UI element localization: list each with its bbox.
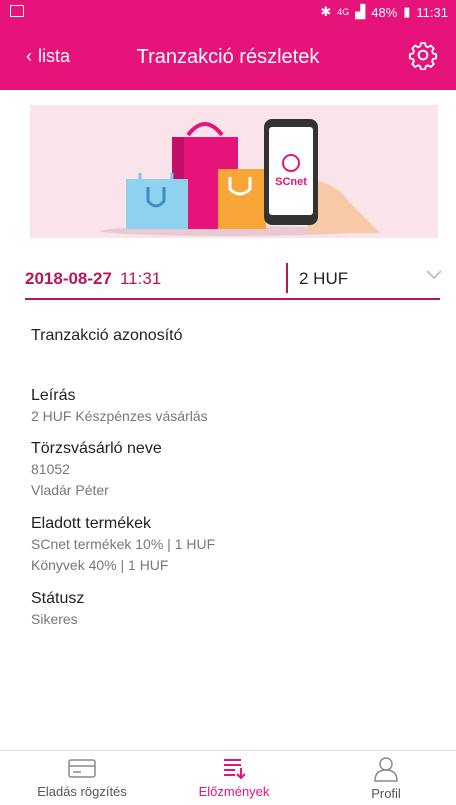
battery-percent: 48%: [371, 4, 398, 20]
banner-brand-text: SCnet: [275, 176, 307, 188]
clock: 11:31: [416, 4, 448, 20]
battery-icon: ▮: [403, 4, 411, 19]
transaction-time: 11:31: [119, 269, 162, 288]
customer-id: 81052: [31, 461, 70, 477]
transaction-datetime: 2018-08-27 11:31: [25, 269, 161, 289]
nav-item-profile[interactable]: Profil: [310, 752, 456, 805]
shopping-illustration: SCnet: [100, 119, 380, 236]
description-label: Leírás: [31, 387, 76, 404]
bluetooth-icon: ✱: [320, 4, 332, 19]
page-title: Tranzakció részletek: [136, 46, 320, 68]
customer-name: Vladár Péter: [31, 482, 109, 498]
nav-label-profile: Profil: [371, 786, 401, 801]
gear-icon[interactable]: [408, 40, 438, 70]
transaction-id-label: Tranzakció azonosító: [31, 327, 183, 344]
summary-separator: [286, 263, 288, 293]
nav-label-sales: Eladás rögzítés: [37, 784, 127, 799]
gallery-icon: [10, 5, 24, 17]
status-value: Sikeres: [31, 611, 78, 627]
summary-divider: [25, 298, 440, 300]
history-icon: [224, 759, 246, 780]
signal-icon: ▟: [355, 4, 366, 19]
status-label: Státusz: [31, 590, 85, 607]
person-icon: [374, 757, 398, 782]
transaction-amount: 2 HUF: [299, 269, 349, 288]
nav-item-sales[interactable]: Eladás rögzítés: [6, 752, 158, 805]
app-bar: ‹ lista Tranzakció részletek: [0, 24, 456, 90]
chevron-down-icon[interactable]: [425, 268, 443, 282]
product-item: SCnet termékek 10% | 1 HUF: [31, 536, 216, 552]
description-value: 2 HUF Készpénzes vásárlás: [31, 408, 208, 424]
nav-label-history: Előzmények: [198, 784, 270, 799]
transaction-date: 2018-08-27: [25, 269, 112, 288]
customer-label: Törzsvásárló neve: [31, 440, 162, 457]
product-item: Könyvek 40% | 1 HUF: [31, 557, 169, 573]
bottom-nav-separator: [0, 750, 456, 751]
status-right: ✱ 4G ▟ 48% ▮ 11:31: [320, 4, 448, 20]
card-icon: [68, 759, 96, 778]
products-label: Eladott termékek: [31, 515, 152, 532]
nav-item-history[interactable]: Előzmények: [158, 752, 310, 805]
promo-banner: SCnet: [30, 105, 438, 238]
status-bar: ✱ 4G ▟ 48% ▮ 11:31: [0, 0, 456, 24]
network-label: 4G: [337, 7, 350, 17]
